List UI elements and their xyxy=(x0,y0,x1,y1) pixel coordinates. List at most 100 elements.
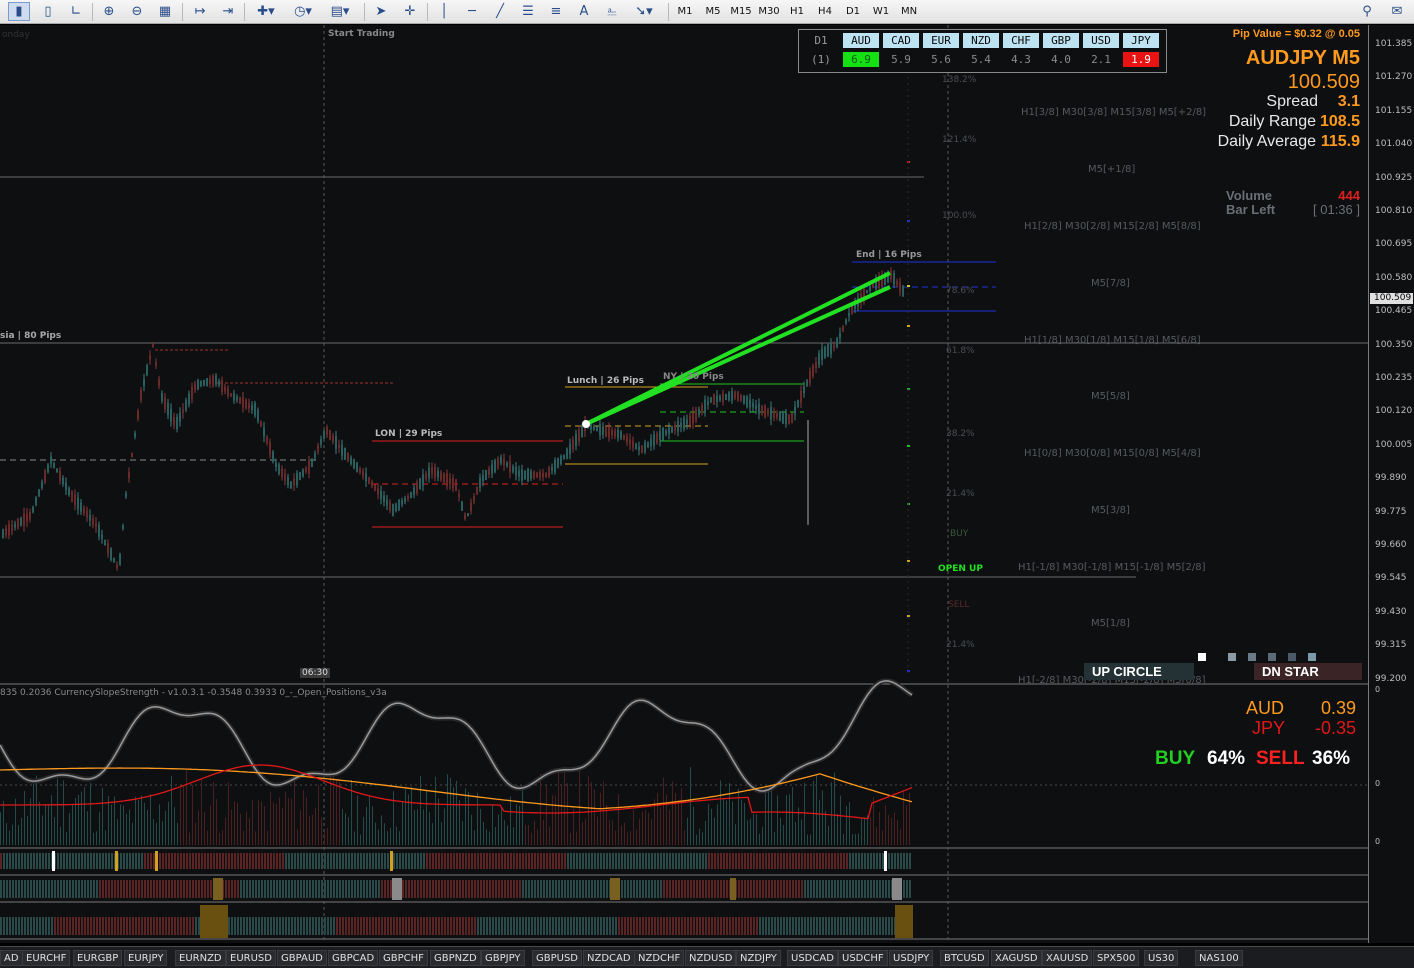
symbol-tab-us30[interactable]: US30 xyxy=(1144,950,1179,966)
templates-icon[interactable]: ▤▾ xyxy=(325,2,355,21)
signal-strip-bar xyxy=(180,917,182,935)
candle-body xyxy=(356,462,358,473)
symbol-tab-usdcad[interactable]: USDCAD xyxy=(787,950,838,966)
text-label-icon[interactable]: ⎁ xyxy=(601,2,623,21)
histogram-bar xyxy=(456,780,457,845)
symbol-tab-eurchf[interactable]: EURCHF xyxy=(22,950,71,966)
histogram-bar xyxy=(789,794,790,845)
candle-body xyxy=(488,468,490,476)
candle-body xyxy=(659,431,661,441)
signal-strip-bar xyxy=(741,917,743,935)
histogram-bar xyxy=(294,773,295,845)
search-icon[interactable]: ⚲ xyxy=(1356,2,1378,21)
signal-square xyxy=(1288,653,1296,661)
timeframe-h4[interactable]: H4 xyxy=(812,2,838,21)
trendline-icon[interactable]: ╱ xyxy=(489,2,511,21)
symbol-tab-usdjpy[interactable]: USDJPY xyxy=(889,950,934,966)
candle-body xyxy=(191,387,193,399)
candle-body xyxy=(737,391,739,401)
horizontal-line-icon[interactable]: ─ xyxy=(461,2,483,21)
signal-strip-bar xyxy=(174,880,176,898)
signal-strip-bar xyxy=(30,917,32,935)
chart-shift-icon[interactable]: ⇥ xyxy=(217,2,239,21)
symbol-tab-gbpjpy[interactable]: GBPJPY xyxy=(481,950,525,966)
candle-body xyxy=(566,448,568,459)
vertical-line-icon[interactable]: │ xyxy=(433,2,455,21)
symbol-tab-nas100[interactable]: NAS100 xyxy=(1195,950,1243,966)
symbol-tab-ad[interactable]: AD xyxy=(0,950,23,966)
periods-clock-icon[interactable]: ◷▾ xyxy=(288,2,318,21)
fibonacci-icon[interactable]: ≡ xyxy=(545,2,567,21)
candlestick-icon[interactable]: ▯ xyxy=(37,2,59,21)
signal-strip-bar xyxy=(633,917,635,935)
signal-strip-bar xyxy=(771,853,773,869)
symbol-tab-nzdchf[interactable]: NZDCHF xyxy=(634,950,685,966)
timeframe-m1[interactable]: M1 xyxy=(672,2,698,21)
crosshair-icon[interactable]: ✛ xyxy=(399,2,421,21)
symbol-tab-gbpusd[interactable]: GBPUSD xyxy=(532,950,583,966)
chart-window[interactable]: onday Start Trading 06:30 sia | 80 Pips … xyxy=(0,25,1414,943)
candle-body xyxy=(74,494,76,506)
timeframe-h1[interactable]: H1 xyxy=(784,2,810,21)
symbol-tab-spx500[interactable]: SPX500 xyxy=(1093,950,1140,966)
signal-strip-bar xyxy=(168,917,170,935)
symbol-tab-eurnzd[interactable]: EURNZD xyxy=(175,950,226,966)
histogram-bar xyxy=(642,811,643,845)
signal-strip-bar xyxy=(819,917,821,935)
symbol-tab-nzdcad[interactable]: NZDCAD xyxy=(583,950,635,966)
signal-strip-bar xyxy=(684,853,686,869)
line-chart-icon[interactable]: ∟ xyxy=(65,2,87,21)
histogram-bar xyxy=(513,827,514,845)
text-tool-icon[interactable]: A xyxy=(573,2,595,21)
signal-strip-bar xyxy=(801,853,803,869)
signal-strip-bar xyxy=(141,880,143,898)
symbol-tab-eurgbp[interactable]: EURGBP xyxy=(73,950,123,966)
histogram-bar xyxy=(585,818,586,845)
symbol-tab-btcusd[interactable]: BTCUSD xyxy=(940,950,989,966)
zoom-in-icon[interactable]: ⊕ xyxy=(98,2,120,21)
arrows-icon[interactable]: ➘▾ xyxy=(628,2,660,21)
signal-strip-bar xyxy=(603,853,605,869)
symbol-tab-gbpchf[interactable]: GBPCHF xyxy=(379,950,428,966)
equidistant-channel-icon[interactable]: ☰ xyxy=(517,2,539,21)
signal-strip-bar xyxy=(837,880,839,898)
timeframe-w1[interactable]: W1 xyxy=(868,2,894,21)
symbol-tab-eurusd[interactable]: EURUSD xyxy=(226,950,276,966)
signal-strip-bar xyxy=(39,853,41,869)
histogram-bar xyxy=(222,830,223,845)
price-axis[interactable]: 101.385 101.270 101.155 101.040 100.925 100.8… xyxy=(1368,25,1414,943)
symbol-tab-gbpaud[interactable]: GBPAUD xyxy=(277,950,327,966)
candle-body xyxy=(722,393,724,403)
histogram-bar xyxy=(228,782,229,845)
tile-windows-icon[interactable]: ▦ xyxy=(154,2,176,21)
indicators-icon[interactable]: ✚▾ xyxy=(252,2,280,21)
timeframe-m5[interactable]: M5 xyxy=(700,2,726,21)
timeframe-m15[interactable]: M15 xyxy=(728,2,754,21)
signal-strip-bar xyxy=(240,853,242,869)
symbol-tab-usdchf[interactable]: USDCHF xyxy=(838,950,888,966)
symbol-tab-xauusd[interactable]: XAUUSD xyxy=(1042,950,1093,966)
candle-body xyxy=(86,510,88,518)
bar-chart-icon[interactable]: ▮ xyxy=(8,2,30,21)
timeframe-m30[interactable]: M30 xyxy=(756,2,782,21)
symbol-tab-gbpnzd[interactable]: GBPNZD xyxy=(430,950,481,966)
signal-strip-bar xyxy=(873,917,875,935)
symbol-tab-gbpcad[interactable]: GBPCAD xyxy=(328,950,379,966)
signal-strip-bar xyxy=(15,880,17,898)
signal-strip-bar xyxy=(792,880,794,898)
timeframe-d1[interactable]: D1 xyxy=(840,2,866,21)
symbol-tab-nzdjpy[interactable]: NZDJPY xyxy=(736,950,781,966)
symbol-tab-eurjpy[interactable]: EURJPY xyxy=(124,950,168,966)
symbol-tab-nzdusd[interactable]: NZDUSD xyxy=(685,950,737,966)
timeframe-mn[interactable]: MN xyxy=(896,2,922,21)
symbol-tab-xagusd[interactable]: XAGUSD xyxy=(991,950,1042,966)
auto-scroll-icon[interactable]: ↦ xyxy=(189,2,211,21)
candle-body xyxy=(236,396,238,401)
signal-mark xyxy=(213,878,223,900)
cursor-icon[interactable]: ➤ xyxy=(370,2,392,21)
signal-strip-bar xyxy=(396,853,398,869)
chart-canvas[interactable] xyxy=(0,25,1368,943)
chat-icon[interactable]: ✉ xyxy=(1386,2,1408,21)
zoom-out-icon[interactable]: ⊖ xyxy=(126,2,148,21)
histogram-bar xyxy=(843,833,844,845)
